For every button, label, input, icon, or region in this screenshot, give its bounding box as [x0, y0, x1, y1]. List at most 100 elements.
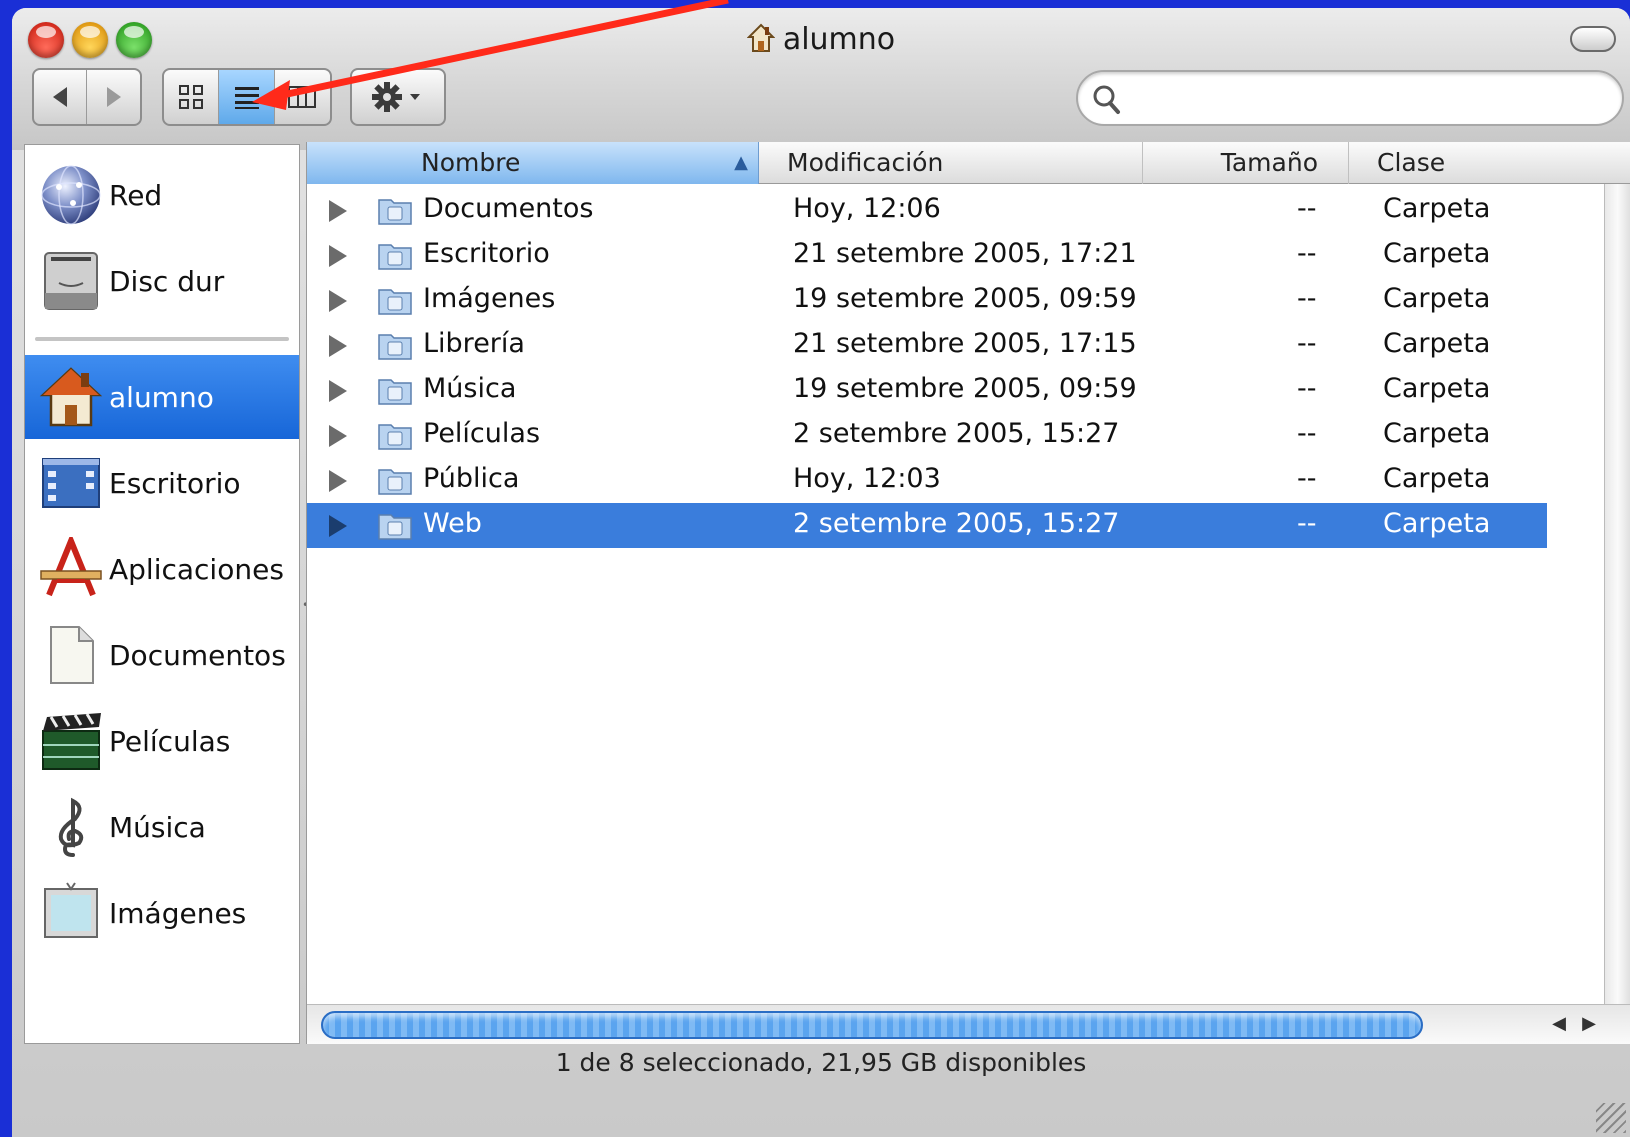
table-row[interactable]: Documentos Hoy, 12:06 -- Carpeta [307, 188, 1547, 233]
search-input[interactable] [1136, 80, 1606, 116]
scroll-left-button[interactable]: ◀ [1546, 1013, 1572, 1037]
sidebar-item-alumno[interactable]: alumno [25, 355, 299, 439]
table-row[interactable]: Películas 2 setembre 2005, 15:27 -- Carpeta [307, 413, 1547, 458]
file-list: Nombre ▲ Modificación Tamaño Clase Docum… [306, 142, 1630, 1044]
clapperboard-icon [42, 713, 101, 770]
forward-button[interactable] [87, 70, 140, 124]
cell-modified: 2 setembre 2005, 15:27 [793, 418, 1120, 449]
disclosure-triangle-icon[interactable] [329, 380, 347, 402]
scroll-right-button[interactable]: ▶ [1576, 1013, 1602, 1037]
forward-arrow-icon [106, 87, 121, 107]
search-field[interactable] [1076, 70, 1624, 126]
nav-button-group [32, 68, 142, 126]
icon-view-button[interactable] [164, 70, 220, 124]
cell-kind: Carpeta [1383, 328, 1491, 359]
sidebar-item-label: Documentos [109, 638, 286, 672]
table-row[interactable]: Música 19 setembre 2005, 09:59 -- Carpeta [307, 368, 1547, 413]
cell-name: Escritorio [423, 238, 550, 269]
column-view-button[interactable] [275, 70, 330, 124]
disclosure-triangle-icon[interactable] [329, 425, 347, 447]
cell-kind: Carpeta [1383, 238, 1491, 269]
document-icon [50, 626, 94, 684]
icon-view-icon [179, 85, 204, 109]
disclosure-triangle-icon[interactable] [329, 290, 347, 312]
folder-icon [378, 199, 412, 225]
network-globe-icon [41, 165, 101, 225]
cell-size: -- [1297, 238, 1317, 269]
cell-size: -- [1297, 463, 1317, 494]
sort-ascending-icon: ▲ [734, 152, 748, 173]
list-view-icon [234, 87, 259, 109]
column-header-clase[interactable]: Clase [1349, 142, 1630, 184]
toolbar-toggle-button[interactable] [1570, 26, 1616, 52]
list-view-button[interactable] [219, 70, 275, 124]
cell-modified: 2 setembre 2005, 15:27 [793, 508, 1120, 539]
status-bar-text: 1 de 8 seleccionado, 21,95 GB disponible… [555, 1048, 1087, 1077]
cell-name: Películas [423, 418, 541, 449]
movies-folder-icon [378, 424, 412, 450]
table-row[interactable]: Pública Hoy, 12:03 -- Carpeta [307, 458, 1547, 503]
window-title-text: alumno [782, 22, 896, 57]
hard-disk-icon [44, 252, 98, 310]
sidebar-item-label: Imágenes [109, 896, 247, 930]
table-row[interactable]: Web 2 setembre 2005, 15:27 -- Carpeta [307, 503, 1547, 548]
treble-clef-icon [58, 797, 84, 857]
desktop-icon [42, 458, 100, 508]
column-view-icon [288, 86, 317, 108]
column-header-label: Modificación [787, 148, 944, 177]
disclosure-triangle-icon[interactable] [329, 470, 347, 492]
home-icon [746, 23, 776, 61]
cell-size: -- [1297, 418, 1317, 449]
disclosure-triangle-icon[interactable] [329, 245, 347, 267]
column-header-label: Nombre [421, 148, 521, 177]
title-bar[interactable]: alumno [12, 8, 1630, 150]
sidebar-item-musica[interactable]: Música [25, 785, 299, 869]
table-row[interactable]: Librería 21 setembre 2005, 17:15 -- Carpeta [307, 323, 1547, 368]
public-folder-icon [378, 469, 412, 495]
sidebar-item-peliculas[interactable]: Películas [25, 699, 299, 783]
sidebar-item-label: alumno [109, 380, 214, 414]
disclosure-triangle-icon[interactable] [329, 200, 347, 222]
search-icon [1093, 85, 1120, 114]
sidebar-item-imagenes[interactable]: Imágenes [25, 871, 299, 955]
column-header-nombre[interactable]: Nombre ▲ [307, 142, 759, 184]
picture-frame-icon [44, 882, 98, 938]
cell-size: -- [1297, 328, 1317, 359]
sidebar-item-red[interactable]: Red [25, 153, 299, 237]
disclosure-triangle-icon[interactable] [329, 335, 347, 357]
sidebar: Red Disc dur alumno Escritorio Aplicacio… [24, 144, 300, 1044]
column-header-label: Clase [1377, 148, 1446, 177]
cell-kind: Carpeta [1383, 283, 1491, 314]
window-resize-grip[interactable] [1596, 1103, 1626, 1133]
column-header-tamano[interactable]: Tamaño [1143, 142, 1349, 184]
cell-name: Imágenes [423, 283, 556, 314]
home-icon [39, 367, 103, 427]
sidebar-item-label: Películas [109, 724, 231, 758]
sidebar-item-documentos[interactable]: Documentos [25, 613, 299, 697]
action-menu-button[interactable] [350, 68, 446, 126]
table-row[interactable]: Escritorio 21 setembre 2005, 17:21 -- Carpe… [307, 233, 1547, 278]
cell-name: Documentos [423, 193, 594, 224]
vertical-scrollbar[interactable] [1604, 184, 1630, 1004]
horizontal-scroll-thumb[interactable] [321, 1011, 1423, 1039]
cell-modified: 21 setembre 2005, 17:15 [793, 328, 1137, 359]
table-row[interactable]: Imágenes 19 setembre 2005, 09:59 -- Carpeta [307, 278, 1547, 323]
disclosure-triangle-icon[interactable] [329, 515, 347, 537]
window-title: alumno [12, 22, 1630, 61]
pictures-folder-icon [378, 289, 412, 315]
sidebar-item-label: Música [109, 810, 206, 844]
list-header: Nombre ▲ Modificación Tamaño Clase [307, 142, 1630, 184]
cell-name: Pública [423, 463, 520, 494]
sidebar-divider [35, 337, 289, 341]
sidebar-item-label: Aplicaciones [109, 552, 284, 586]
sidebar-item-aplicaciones[interactable]: Aplicaciones [25, 527, 299, 611]
cell-modified: 19 setembre 2005, 09:59 [793, 373, 1137, 404]
back-button[interactable] [34, 70, 88, 124]
sidebar-item-escritorio[interactable]: Escritorio [25, 441, 299, 525]
cell-name: Librería [423, 328, 525, 359]
column-header-modificacion[interactable]: Modificación [759, 142, 1143, 184]
horizontal-scrollbar[interactable]: ◀ ▶ [307, 1004, 1630, 1044]
back-arrow-icon [53, 87, 67, 107]
sidebar-item-disc-dur[interactable]: Disc dur [25, 239, 299, 323]
sites-folder-icon [378, 514, 412, 540]
